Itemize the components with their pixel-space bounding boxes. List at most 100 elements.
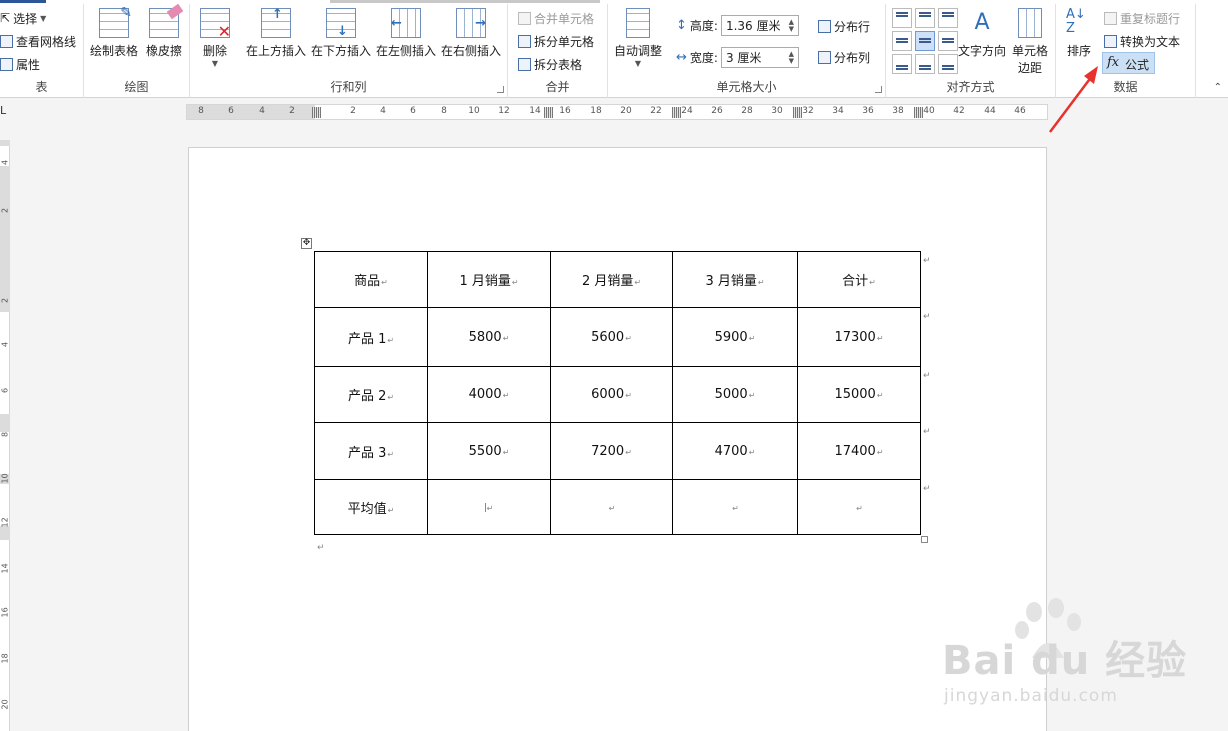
table-cell[interactable]: ↵ (672, 479, 798, 535)
insert-below-button[interactable]: 在下方插入 (311, 8, 371, 59)
column-marker[interactable] (793, 107, 802, 118)
table-cell[interactable]: 产品 1↵ (314, 307, 428, 367)
ruler-tick-label: 12 (498, 106, 510, 116)
distribute-columns-icon (818, 50, 831, 64)
table-cell[interactable]: 5900↵ (672, 307, 798, 367)
table-cell[interactable]: 1 月销量↵ (427, 251, 551, 308)
text-direction-button[interactable]: A 文字方向 (958, 8, 1006, 59)
cell-end-mark: ↵ (381, 278, 388, 287)
delete-button[interactable]: ✕ 删除 ▼ (200, 8, 231, 68)
cell-text: 5600 (591, 329, 625, 345)
insert-above-button[interactable]: 在上方插入 (246, 7, 306, 59)
table-cell[interactable]: 商品↵ (314, 251, 428, 308)
align-top-right-icon[interactable] (938, 8, 958, 28)
column-marker[interactable] (914, 107, 923, 118)
spinner-icon[interactable]: ▲ ▼ (789, 18, 794, 33)
insert-left-label: 在左侧插入 (376, 44, 437, 58)
table-cell[interactable]: 15000↵ (797, 366, 921, 423)
table-cell[interactable]: 产品 3↵ (314, 422, 428, 480)
align-middle-right-icon[interactable] (938, 31, 958, 51)
table-cell[interactable]: ↵ (550, 479, 673, 535)
row-end-mark: ↵ (923, 427, 931, 437)
table-row: 产品 2↵ 4000↵ 6000↵ 5000↵ 15000↵ (314, 366, 921, 423)
convert-to-text-button[interactable]: 转换为文本 (1104, 31, 1180, 51)
table-cell[interactable]: 5800↵ (427, 307, 551, 367)
table-move-handle-icon[interactable]: ✥ (301, 238, 312, 249)
column-marker[interactable] (544, 107, 553, 118)
align-top-left-icon[interactable] (892, 8, 912, 28)
table-cell[interactable]: 5600↵ (550, 307, 673, 367)
align-bottom-left-icon[interactable] (892, 54, 912, 74)
collapse-ribbon-icon[interactable]: ⌃ (1214, 82, 1222, 93)
column-width-label: 宽度: (689, 51, 718, 65)
table-row: 产品 1↵ 5800↵ 5600↵ 5900↵ 17300↵ (314, 307, 921, 367)
table-cell[interactable]: 4000↵ (427, 366, 551, 423)
cell-margins-label: 单元格 (1012, 44, 1049, 58)
sort-button[interactable]: A↓ Z 排序 (1066, 8, 1092, 59)
table-cell[interactable]: ↵ (797, 479, 921, 535)
ruler-tick-label: 18 (590, 106, 602, 116)
eraser-button[interactable]: 橡皮擦 (146, 3, 184, 59)
table-cell[interactable]: 合计↵ (797, 251, 921, 308)
table-cell[interactable]: 产品 2↵ (314, 366, 428, 423)
draw-table-button[interactable]: ✎ 绘制表格 (90, 5, 138, 59)
table-cell[interactable]: ↵ (427, 479, 551, 535)
column-width-input[interactable]: 3 厘米 ▲ ▼ (720, 47, 799, 68)
insert-right-label: 在右侧插入 (441, 44, 502, 58)
align-bottom-right-icon[interactable] (938, 54, 958, 74)
table-cell[interactable]: 17300↵ (797, 307, 921, 367)
cell-text: 4000 (468, 387, 502, 402)
table-cell[interactable]: 17400↵ (797, 422, 921, 480)
autofit-icon (626, 8, 650, 38)
properties-button[interactable]: 属性 (0, 54, 40, 74)
ruler-tick-label: 42 (953, 106, 965, 116)
tab-selector[interactable]: L (0, 104, 12, 120)
align-middle-center-icon[interactable] (915, 31, 935, 51)
insert-below-icon (326, 8, 356, 39)
merge-cells-button[interactable]: 合并单元格 (518, 8, 594, 28)
select-button[interactable]: ⇱ 选择 ▼ (0, 8, 46, 28)
insert-left-button[interactable]: 在左侧插入 (376, 8, 436, 59)
distribute-rows-button[interactable]: 分布行 (818, 16, 870, 36)
spinner-icon[interactable]: ▲ ▼ (789, 50, 794, 65)
table-cell[interactable]: 5000↵ (672, 366, 798, 423)
align-bottom-center-icon[interactable] (915, 54, 935, 74)
distribute-columns-button[interactable]: 分布列 (818, 47, 870, 67)
row-marker[interactable] (0, 526, 10, 540)
row-marker[interactable] (0, 166, 10, 312)
sales-table[interactable]: 商品↵ 1 月销量↵ 2 月销量↵ 3 月销量↵ 合计↵ 产品 1↵ 5800↵ 5600↵ 5… (314, 251, 921, 535)
row-height-input[interactable]: 1.36 厘米 ▲ ▼ (720, 15, 799, 36)
table-cell[interactable]: 3 月销量↵ (672, 251, 798, 308)
table-cell[interactable]: 2 月销量↵ (550, 251, 673, 308)
align-middle-left-icon[interactable] (892, 31, 912, 51)
table-cell[interactable]: 7200↵ (550, 422, 673, 480)
split-cells-button[interactable]: 拆分单元格 (518, 31, 594, 51)
column-marker[interactable] (312, 107, 321, 118)
table-cell[interactable]: 平均值↵ (314, 479, 428, 535)
insert-right-button[interactable]: 在右侧插入 (441, 8, 501, 59)
column-marker[interactable] (672, 107, 681, 118)
cell-end-mark: ↵ (869, 278, 876, 287)
vertical-ruler[interactable]: 4 2 2 4 6 8 10 12 14 16 18 20 (0, 140, 10, 731)
table-cell[interactable]: 5500↵ (427, 422, 551, 480)
group-label-alignment: 对齐方式 (946, 80, 995, 94)
ruler-tick-label: 36 (862, 106, 874, 116)
tab-stop-icon: L (0, 104, 7, 117)
ruler-tick-label: 20 (620, 106, 632, 116)
ruler-tick-label: 16 (0, 607, 10, 618)
dialog-launcher-icon[interactable] (497, 86, 504, 93)
repeat-header-rows-button[interactable]: 重复标题行 (1104, 8, 1180, 28)
table-resize-handle[interactable] (921, 536, 928, 543)
dialog-launcher-icon[interactable] (875, 86, 882, 93)
horizontal-ruler[interactable]: 8 6 4 2 2 4 6 8 10 12 14 16 18 20 22 24 26 28 30 32 34 36 38 40… (186, 104, 1048, 120)
align-top-center-icon[interactable] (915, 8, 935, 28)
watermark-brand: Bai du 经验 (942, 638, 1188, 684)
view-gridlines-button[interactable]: 查看网格线 (0, 31, 76, 51)
table-cell[interactable]: 6000↵ (550, 366, 673, 423)
cell-end-mark: ↵ (625, 391, 632, 400)
autofit-button[interactable]: 自动调整 ▼ (614, 8, 662, 68)
ruler-tick-label: 16 (559, 106, 571, 116)
table-cell[interactable]: 4700↵ (672, 422, 798, 480)
cell-end-mark: ↵ (748, 333, 756, 343)
split-table-button[interactable]: 拆分表格 (518, 54, 582, 74)
